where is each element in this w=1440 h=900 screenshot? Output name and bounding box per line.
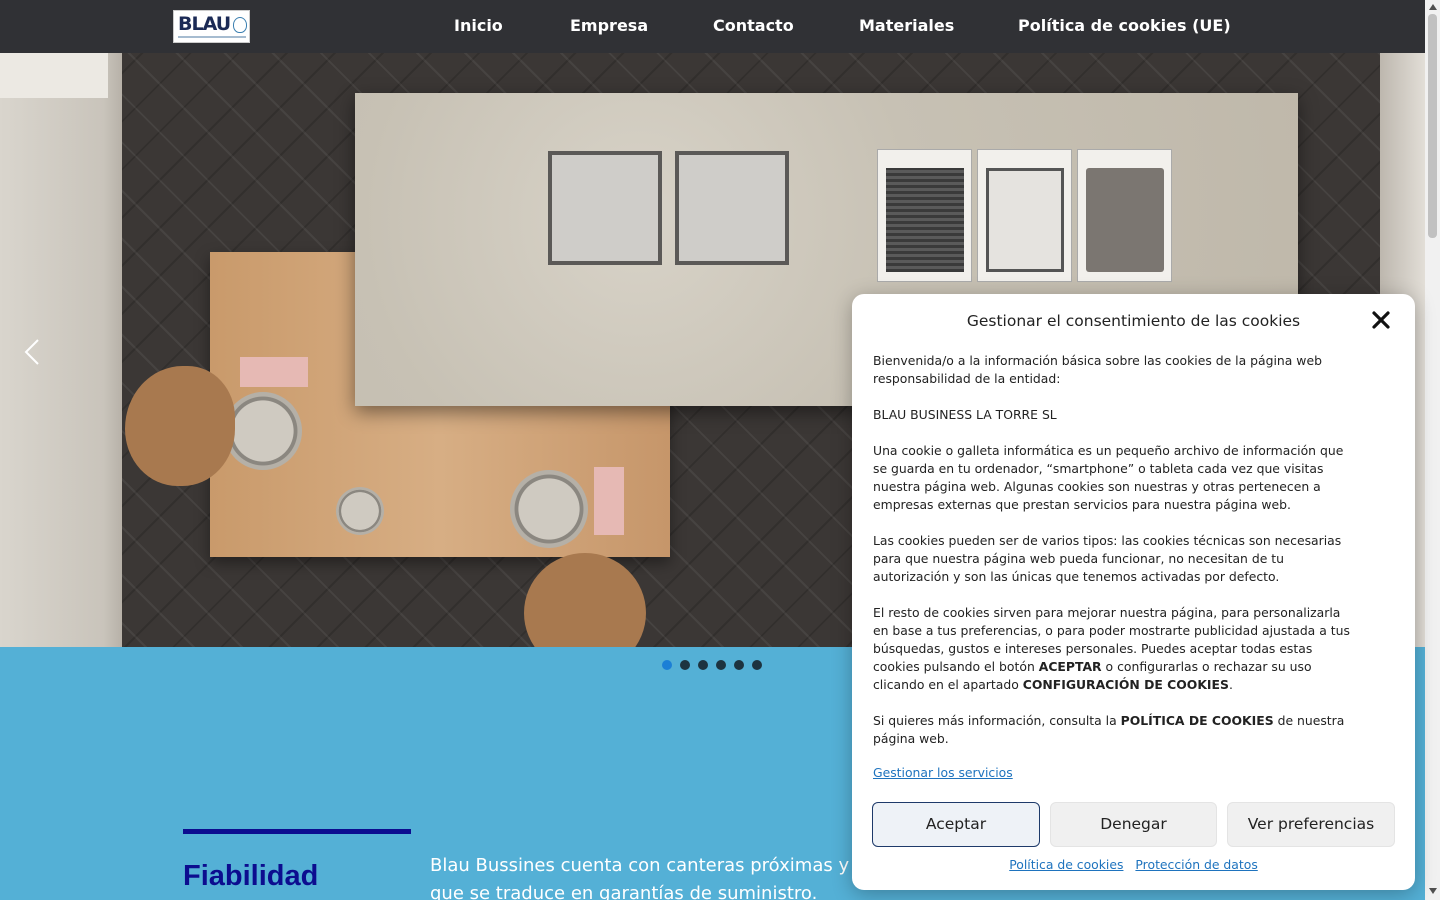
cookie-policy-link[interactable]: Política de cookies — [1009, 857, 1123, 872]
hero-image-chair — [125, 366, 235, 486]
cookie-strong-text: CONFIGURACIÓN DE COOKIES — [1022, 677, 1229, 692]
section-divider — [183, 829, 411, 834]
cookie-dialog-title: Gestionar el consentimiento de las cooki… — [966, 312, 1301, 330]
hero-image-napkin — [240, 357, 308, 387]
cookie-consent-dialog: Gestionar el consentimiento de las cooki… — [852, 294, 1415, 890]
hero-image-cooktop-gas — [977, 149, 1072, 282]
hero-image-cooktop-plate — [1077, 149, 1172, 282]
cookie-strong-text: POLÍTICA DE COOKIES — [1120, 713, 1274, 728]
hero-image-sink — [548, 151, 662, 265]
cookie-paragraph: Bienvenida/o a la información básica sob… — [873, 353, 1322, 386]
close-icon — [1372, 311, 1390, 329]
cookie-dialog-body: Bienvenida/o a la información básica sob… — [873, 352, 1357, 766]
accept-button[interactable]: Aceptar — [872, 802, 1040, 847]
slider-dot-3[interactable] — [698, 660, 708, 670]
hero-image-plate — [510, 470, 588, 548]
cookie-text: Si quieres más información, consulta la — [873, 713, 1121, 728]
cookie-footer-links: Política de cookies Protección de datos — [852, 857, 1415, 872]
cookie-paragraph: Las cookies pueden ser de varios tipos: … — [873, 533, 1342, 584]
manage-services-link[interactable]: Gestionar los servicios — [873, 765, 1013, 780]
chevron-left-icon — [24, 339, 39, 365]
cookie-paragraph: Una cookie o galleta informática es un p… — [873, 443, 1344, 512]
logo-leaf-icon — [233, 17, 247, 33]
scrollbar-thumb[interactable] — [1428, 14, 1437, 238]
slider-pagination — [662, 660, 762, 672]
nav-item-empresa[interactable]: Empresa — [570, 16, 648, 35]
nav-item-contacto[interactable]: Contacto — [713, 16, 794, 35]
nav-item-politica-cookies[interactable]: Política de cookies (UE) — [1018, 16, 1231, 35]
cookie-close-button[interactable] — [1370, 309, 1392, 331]
section-title: Fiabilidad — [183, 860, 319, 892]
slider-dot-4[interactable] — [716, 660, 726, 670]
view-preferences-button[interactable]: Ver preferencias — [1227, 802, 1395, 847]
slider-dot-6[interactable] — [752, 660, 762, 670]
cookie-strong-text: ACEPTAR — [1038, 659, 1102, 674]
data-protection-link[interactable]: Protección de datos — [1135, 857, 1257, 872]
scroll-up-arrow-icon[interactable] — [1429, 4, 1437, 10]
slider-prev-button[interactable] — [22, 339, 42, 365]
nav-item-materiales[interactable]: Materiales — [859, 16, 954, 35]
logo-tagline — [178, 36, 246, 38]
slider-dot-1[interactable] — [662, 660, 672, 670]
slider-dot-2[interactable] — [680, 660, 690, 670]
deny-button[interactable]: Denegar — [1050, 802, 1217, 847]
nav-item-inicio[interactable]: Inicio — [454, 16, 503, 35]
hero-image-napkin — [594, 467, 624, 535]
cookie-paragraph: Si quieres más información, consulta la … — [873, 712, 1357, 748]
hero-image-bowl — [336, 487, 384, 535]
cookie-paragraph: El resto de cookies sirven para mejorar … — [873, 604, 1357, 694]
cookie-company-name: BLAU BUSINESS LA TORRE SL — [873, 407, 1057, 422]
hero-image-plate — [224, 392, 302, 470]
hero-image-sink — [675, 151, 789, 265]
site-header: BLAU Inicio Empresa Contacto Materiales … — [0, 0, 1425, 53]
scroll-down-arrow-icon[interactable] — [1429, 888, 1437, 894]
hero-image-cabinet — [0, 53, 108, 98]
slider-dot-5[interactable] — [734, 660, 744, 670]
hero-image-cooktop-grill — [877, 149, 972, 282]
logo-text: BLAU — [178, 13, 231, 35]
site-logo[interactable]: BLAU — [173, 10, 250, 43]
cookie-text: . — [1228, 677, 1233, 692]
hero-image-wall-left — [0, 53, 122, 647]
